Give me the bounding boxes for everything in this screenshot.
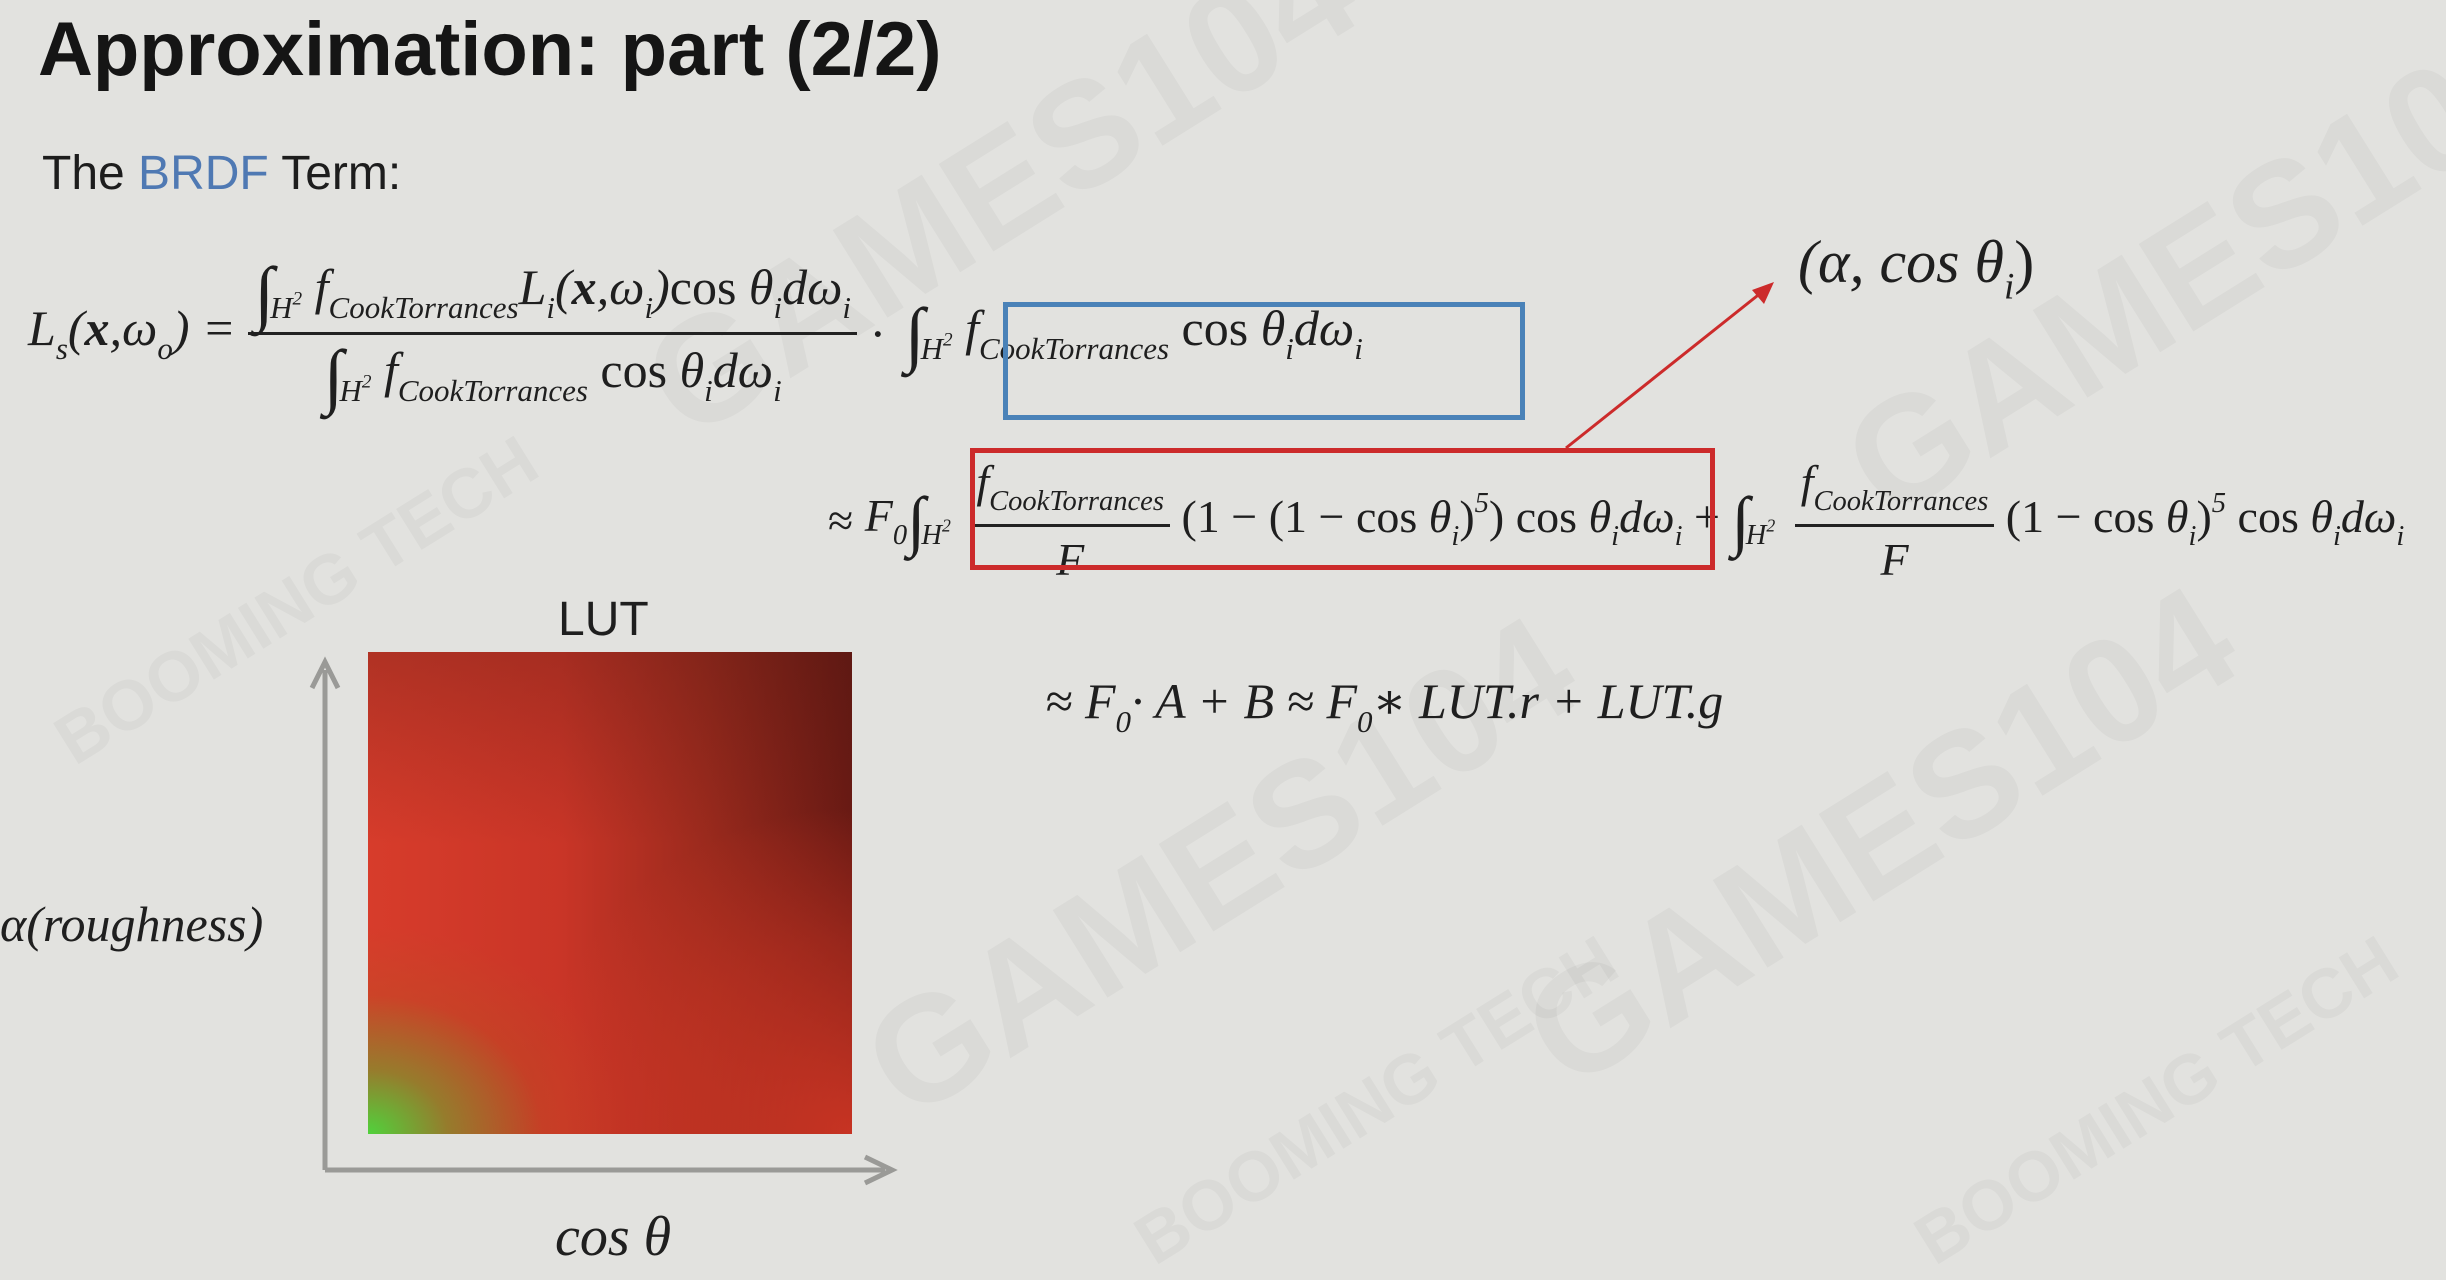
brdf-highlight: BRDF bbox=[138, 147, 269, 200]
annotation-label: (α, cos θi) bbox=[1798, 228, 2034, 309]
annotation-sub: i bbox=[2003, 266, 2015, 308]
watermark-booming: BOOMING TECH bbox=[1901, 920, 2412, 1280]
fraction-denominator: ∫H2 fCookTorrances cos θidωi bbox=[323, 334, 782, 416]
x-axis-label: cos θ bbox=[555, 1206, 672, 1268]
split-fraction-2: fCookTorrances F bbox=[1794, 455, 1995, 586]
slide-title: Approximation: part (2/2) bbox=[38, 7, 942, 92]
lhs-x: x bbox=[84, 300, 110, 357]
highlight-box-blue bbox=[1003, 302, 1525, 420]
approx-sub-1: 0 bbox=[1115, 703, 1131, 739]
y-axis-label: α(roughness) bbox=[0, 896, 264, 952]
subtitle-prefix: The bbox=[42, 147, 139, 200]
li-symbol: L bbox=[518, 259, 547, 315]
subtitle-suffix: Term: bbox=[268, 147, 402, 200]
lut-axes bbox=[309, 656, 898, 1186]
approx-part-2: · A + B ≈ F bbox=[1130, 673, 1357, 729]
lhs-omega: ω bbox=[122, 300, 158, 357]
watermark-booming: BOOMING TECH bbox=[1121, 920, 1632, 1280]
equation-fraction: ∫H2 fCookTorrancesLi(x,ωi)cos θidωi ∫H2 … bbox=[248, 256, 858, 416]
f-sub: CookTorrances bbox=[328, 289, 519, 325]
lhs-symbol: L bbox=[28, 300, 56, 357]
approx-part-3: ∗ LUT.r + LUT.g bbox=[1372, 673, 1724, 729]
highlight-box-red bbox=[970, 448, 1715, 570]
f0-symbol: F bbox=[864, 490, 893, 541]
f-symbol: f bbox=[314, 259, 329, 315]
li-sub: i bbox=[546, 289, 556, 325]
domain-sup: 2 bbox=[292, 288, 303, 310]
watermark-games104: GAMES104 bbox=[835, 581, 1605, 1152]
domain: H bbox=[270, 289, 293, 325]
final-approximation: ≈ F0· A + B ≈ F0∗ LUT.r + LUT.g bbox=[1045, 673, 1724, 739]
watermark-games104: GAMES104 bbox=[1495, 551, 2265, 1122]
f0-sub: 0 bbox=[892, 519, 908, 551]
lhs-sub: s bbox=[55, 331, 68, 367]
approx-part-1: ≈ F bbox=[1045, 673, 1116, 729]
annotation-arrow bbox=[1565, 282, 1774, 450]
lut-title: LUT bbox=[558, 593, 649, 646]
lhs-omega-sub: o bbox=[157, 331, 173, 367]
fraction-numerator: ∫H2 fCookTorrancesLi(x,ωi)cos θidωi bbox=[248, 256, 858, 335]
annotation-text: (α, cos θ bbox=[1798, 229, 2004, 295]
slide-subtitle: The BRDF Term: bbox=[42, 146, 401, 201]
annotation-close: ) bbox=[2014, 229, 2035, 295]
